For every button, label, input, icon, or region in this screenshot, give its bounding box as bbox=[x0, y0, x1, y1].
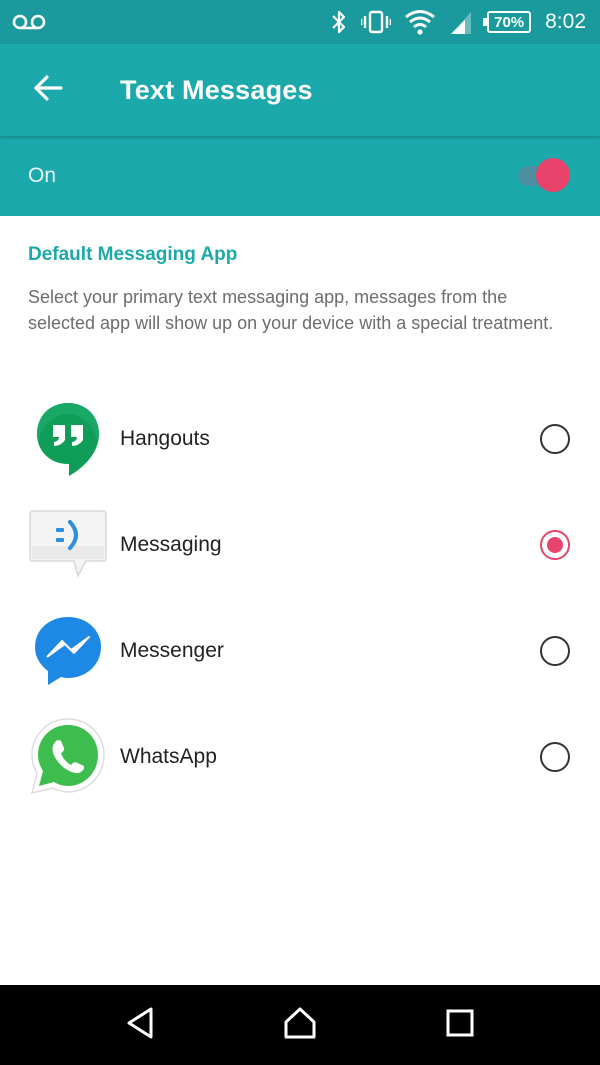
back-triangle-icon bbox=[123, 1006, 157, 1045]
nav-recents-button[interactable] bbox=[430, 995, 490, 1055]
app-name: Messenger bbox=[120, 639, 224, 662]
whatsapp-icon bbox=[28, 717, 108, 797]
radio-button[interactable] bbox=[540, 636, 570, 666]
vibrate-icon bbox=[361, 10, 392, 34]
section-description: Select your primary text messaging app, … bbox=[28, 287, 554, 333]
wifi-icon bbox=[405, 9, 435, 35]
system-nav-bar bbox=[0, 985, 600, 1065]
app-list: Hangouts Messaging Messenger WhatsApp bbox=[0, 386, 600, 810]
app-option-whatsapp[interactable]: WhatsApp bbox=[0, 704, 600, 810]
app-option-hangouts[interactable]: Hangouts bbox=[0, 386, 600, 492]
page-title: Text Messages bbox=[120, 74, 313, 105]
home-icon bbox=[282, 1006, 318, 1045]
cell-signal-icon bbox=[449, 10, 473, 34]
status-bar: 70% 8:02 bbox=[0, 0, 600, 44]
messenger-icon bbox=[28, 611, 108, 691]
radio-button[interactable] bbox=[540, 742, 570, 772]
switch-thumb bbox=[536, 158, 570, 192]
radio-button-selected[interactable] bbox=[540, 530, 570, 560]
hangouts-icon bbox=[28, 399, 108, 479]
toggle-label: On bbox=[28, 164, 57, 187]
radio-button[interactable] bbox=[540, 424, 570, 454]
status-clock: 8:02 bbox=[545, 10, 586, 33]
section-title: Default Messaging App bbox=[28, 244, 238, 265]
recents-icon bbox=[444, 1007, 476, 1044]
nav-home-button[interactable] bbox=[270, 995, 330, 1055]
messaging-icon bbox=[28, 505, 108, 585]
bluetooth-icon bbox=[331, 9, 347, 35]
voicemail-icon bbox=[12, 13, 46, 31]
app-bar: Text Messages bbox=[0, 44, 600, 136]
app-name: WhatsApp bbox=[120, 745, 217, 768]
app-option-messaging[interactable]: Messaging bbox=[0, 492, 600, 598]
back-button[interactable] bbox=[16, 58, 80, 122]
radio-dot bbox=[547, 537, 563, 553]
app-option-messenger[interactable]: Messenger bbox=[0, 598, 600, 704]
arrow-left-icon bbox=[33, 74, 63, 106]
master-switch[interactable] bbox=[518, 156, 572, 196]
master-toggle-row[interactable]: On bbox=[0, 136, 600, 216]
battery-icon: 70% bbox=[483, 11, 532, 33]
nav-back-button[interactable] bbox=[110, 995, 170, 1055]
app-name: Messaging bbox=[120, 533, 222, 556]
battery-level: 70% bbox=[494, 13, 525, 31]
app-name: Hangouts bbox=[120, 427, 210, 450]
